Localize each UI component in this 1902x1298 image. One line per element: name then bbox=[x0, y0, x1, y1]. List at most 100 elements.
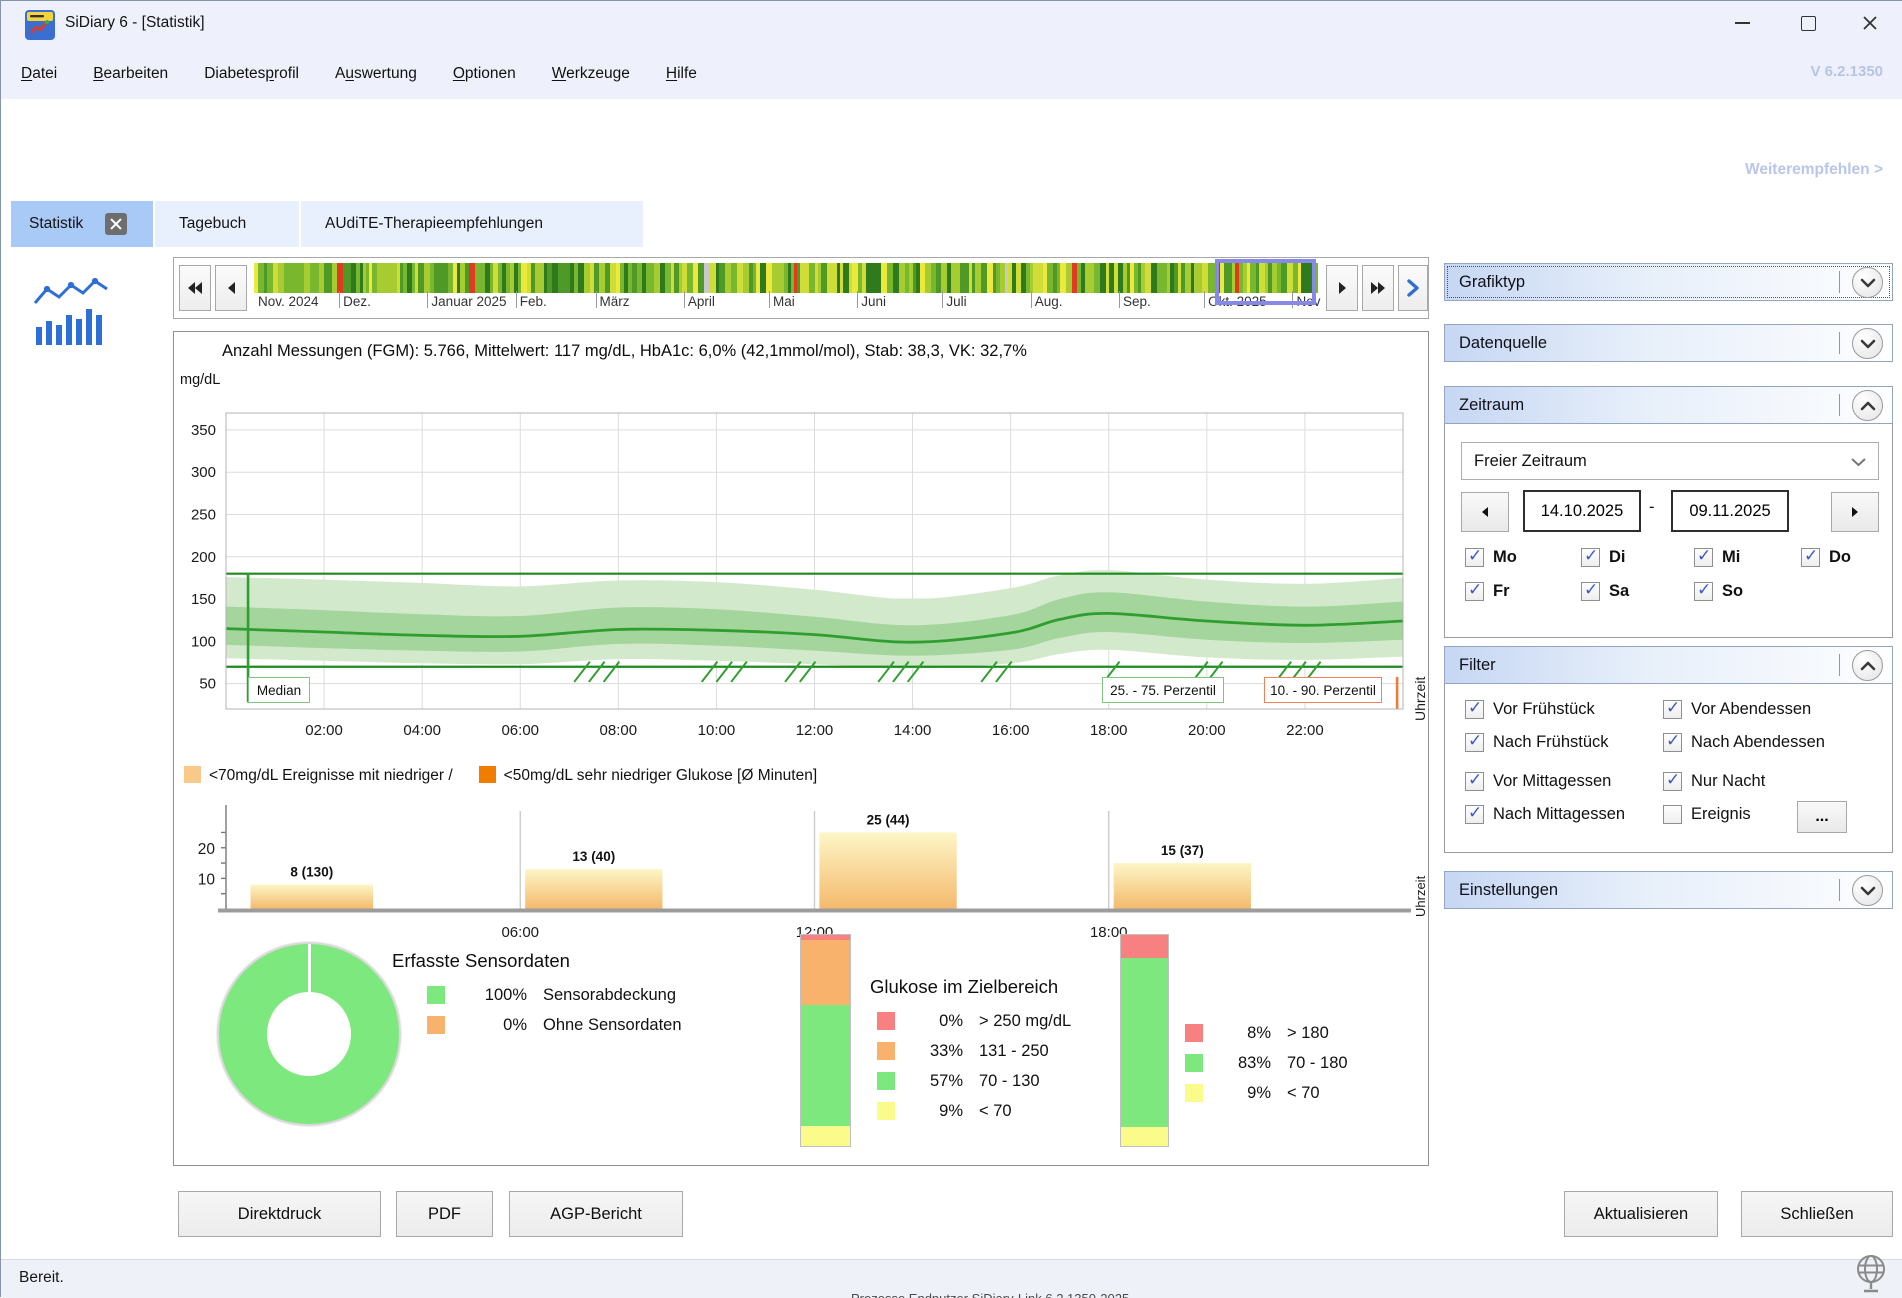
checkbox-box[interactable] bbox=[1465, 805, 1484, 824]
date-range-dash: - bbox=[1649, 498, 1655, 517]
tir-segment bbox=[1121, 935, 1168, 958]
checkbox-nach-mittagessen[interactable]: Nach Mittagessen bbox=[1465, 805, 1625, 824]
coverage-pct: 0% bbox=[455, 1016, 527, 1035]
low-legend-sq-0 bbox=[184, 766, 201, 783]
range-type-select[interactable]: Freier Zeitraum bbox=[1461, 442, 1879, 480]
chevron-down-icon[interactable] bbox=[1852, 328, 1883, 359]
svg-text:300: 300 bbox=[191, 464, 216, 481]
panel-title: Einstellungen bbox=[1459, 881, 1558, 900]
date-prev-button[interactable] bbox=[1461, 492, 1509, 532]
timeline-heatmap[interactable] bbox=[254, 263, 1318, 293]
donut-slice-gap bbox=[308, 944, 311, 993]
maximize-button[interactable] bbox=[1779, 1, 1837, 45]
minimize-button[interactable] bbox=[1713, 1, 1771, 45]
tir-title: Glukose im Zielbereich bbox=[870, 976, 1058, 998]
panel-header-grafiktyp[interactable]: Grafiktyp bbox=[1444, 263, 1893, 301]
checkbox-so[interactable]: So bbox=[1694, 582, 1743, 601]
checkbox-vor-mittagessen[interactable]: Vor Mittagessen bbox=[1465, 772, 1611, 791]
checkbox-fr[interactable]: Fr bbox=[1465, 582, 1510, 601]
panel-header-einstellungen[interactable]: Einstellungen bbox=[1444, 871, 1893, 909]
date-next-button[interactable] bbox=[1831, 492, 1879, 532]
svg-text:50: 50 bbox=[199, 676, 216, 693]
statistics-logo-icon bbox=[31, 275, 113, 347]
close-button[interactable] bbox=[1841, 1, 1899, 45]
statistics-chart-panel: Anzahl Messungen (FGM): 5.766, Mittelwer… bbox=[173, 331, 1429, 1166]
checkbox-nach-abendessen[interactable]: Nach Abendessen bbox=[1663, 733, 1825, 752]
svg-text:100: 100 bbox=[191, 633, 216, 650]
menu-item-datei[interactable]: Datei bbox=[21, 65, 57, 83]
panel-header-zeitraum[interactable]: Zeitraum bbox=[1444, 386, 1893, 424]
tab-label: Tagebuch bbox=[179, 215, 246, 233]
chevron-up-icon[interactable] bbox=[1852, 390, 1883, 421]
timeline-month-label: Mai bbox=[773, 294, 795, 309]
checkbox-box[interactable] bbox=[1465, 548, 1484, 567]
checkbox-box[interactable] bbox=[1465, 700, 1484, 719]
menu-item-hilfe[interactable]: Hilfe bbox=[666, 65, 697, 83]
checkbox-box[interactable] bbox=[1694, 582, 1713, 601]
globe-icon bbox=[1851, 1253, 1891, 1297]
tab-statistik[interactable]: Statistik bbox=[11, 201, 153, 247]
legend-range: 131 - 250 bbox=[979, 1042, 1049, 1061]
checkbox-box[interactable] bbox=[1465, 733, 1484, 752]
checkbox-di[interactable]: Di bbox=[1581, 548, 1626, 567]
agp-bericht-button[interactable]: AGP-Bericht bbox=[509, 1191, 683, 1237]
menu-item-bearbeiten[interactable]: Bearbeiten bbox=[93, 65, 168, 83]
menu-item-werkzeuge[interactable]: Werkzeuge bbox=[552, 65, 630, 83]
chevron-down-icon[interactable] bbox=[1852, 267, 1883, 298]
timeline-next-button[interactable] bbox=[1326, 265, 1358, 311]
app-icon bbox=[25, 10, 55, 40]
svg-text:12:00: 12:00 bbox=[796, 722, 834, 739]
date-from-input[interactable] bbox=[1523, 490, 1641, 532]
checkbox-box[interactable] bbox=[1663, 805, 1682, 824]
checkbox-label: Fr bbox=[1493, 582, 1510, 601]
tab-audite[interactable]: AUdiTE-Therapieempfehlungen bbox=[301, 201, 643, 247]
checkbox-vor-fr-hst-ck[interactable]: Vor Frühstück bbox=[1465, 700, 1595, 719]
tir-detailed-legend: 0%> 250 mg/dL33%131 - 25057%70 - 1309%< … bbox=[877, 1006, 1071, 1126]
timeline-last-button[interactable] bbox=[1362, 265, 1394, 311]
svg-text:20:00: 20:00 bbox=[1188, 722, 1226, 739]
checkbox-box[interactable] bbox=[1465, 772, 1484, 791]
checkbox-do[interactable]: Do bbox=[1801, 548, 1851, 567]
checkbox-box[interactable] bbox=[1694, 548, 1713, 567]
chevron-up-icon[interactable] bbox=[1852, 650, 1883, 681]
panel-header-datenquelle[interactable]: Datenquelle bbox=[1444, 324, 1893, 362]
recommend-link[interactable]: Weiterempfehlen > bbox=[1745, 161, 1883, 179]
timeline-prev-button[interactable] bbox=[215, 265, 247, 311]
checkbox-vor-abendessen[interactable]: Vor Abendessen bbox=[1663, 700, 1811, 719]
checkbox-nur-nacht[interactable]: Nur Nacht bbox=[1663, 772, 1765, 791]
filter-more-button[interactable]: ... bbox=[1797, 801, 1847, 833]
checkbox-box[interactable] bbox=[1663, 700, 1682, 719]
timeline-forward-button[interactable] bbox=[1398, 265, 1428, 311]
panel-header-filter[interactable]: Filter bbox=[1444, 646, 1893, 684]
menu-item-diabetesprofil[interactable]: Diabetesprofil bbox=[204, 65, 299, 83]
timeline-month-label: Aug. bbox=[1035, 294, 1063, 309]
checkbox-box[interactable] bbox=[1801, 548, 1820, 567]
menu-item-optionen[interactable]: Optionen bbox=[453, 65, 516, 83]
tab-close-icon[interactable] bbox=[105, 213, 127, 235]
checkbox-mo[interactable]: Mo bbox=[1465, 548, 1517, 567]
timeline-month-label: März bbox=[600, 294, 630, 309]
timeline-first-button[interactable] bbox=[179, 265, 211, 311]
low-legend-label: <50mg/dL sehr niedriger Glukose [Ø Minut… bbox=[504, 767, 817, 784]
menu-item-auswertung[interactable]: Auswertung bbox=[335, 65, 417, 83]
checkbox-label: Di bbox=[1609, 548, 1626, 567]
checkbox-box[interactable] bbox=[1581, 548, 1600, 567]
aktualisieren-button[interactable]: Aktualisieren bbox=[1564, 1191, 1718, 1237]
schliessen-button[interactable]: Schließen bbox=[1741, 1191, 1893, 1237]
date-to-input[interactable] bbox=[1671, 490, 1789, 532]
checkbox-ereignis[interactable]: Ereignis bbox=[1663, 805, 1751, 824]
chevron-down-icon[interactable] bbox=[1852, 875, 1883, 906]
checkbox-sa[interactable]: Sa bbox=[1581, 582, 1629, 601]
checkbox-box[interactable] bbox=[1663, 772, 1682, 791]
pdf-button[interactable]: PDF bbox=[396, 1191, 493, 1237]
legend-pct: 9% bbox=[905, 1102, 963, 1121]
checkbox-box[interactable] bbox=[1465, 582, 1484, 601]
checkbox-mi[interactable]: Mi bbox=[1694, 548, 1740, 567]
checkbox-box[interactable] bbox=[1663, 733, 1682, 752]
timeline-selection[interactable] bbox=[1215, 259, 1316, 305]
tir-segment bbox=[801, 940, 850, 1004]
checkbox-nach-fr-hst-ck[interactable]: Nach Frühstück bbox=[1465, 733, 1609, 752]
direktdruck-button[interactable]: Direktdruck bbox=[178, 1191, 381, 1237]
tab-tagebuch[interactable]: Tagebuch bbox=[155, 201, 299, 247]
checkbox-box[interactable] bbox=[1581, 582, 1600, 601]
